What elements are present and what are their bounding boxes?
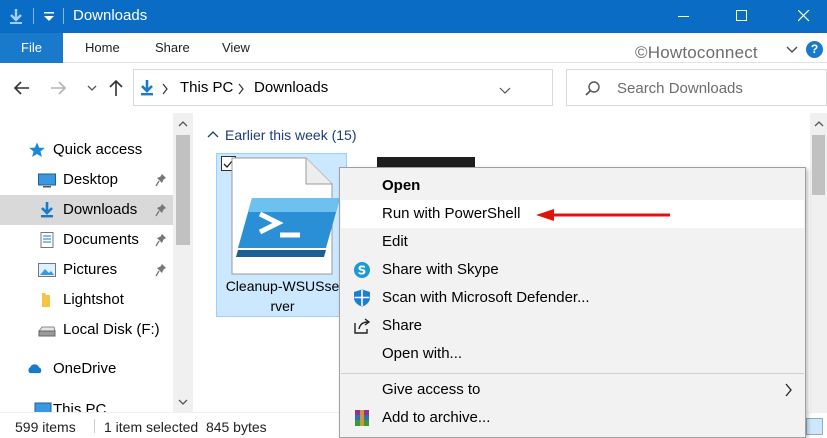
ribbon: File Home Share View ©Howtoconnect ?: [0, 33, 827, 63]
navigation-pane: Quick access Desktop Downloads Documents…: [0, 113, 193, 412]
sidebar-item-documents[interactable]: Documents: [0, 225, 173, 255]
sidebar-item-lightshot[interactable]: Lightshot: [0, 285, 173, 315]
tab-share[interactable]: Share: [155, 33, 190, 63]
nav-scrollbar[interactable]: [173, 113, 193, 412]
skype-icon: S: [354, 262, 370, 278]
computer-icon: [34, 402, 52, 412]
sidebar-item-downloads[interactable]: Downloads: [0, 195, 173, 225]
file-item-cleanup-wsusserver[interactable]: Cleanup-WSUSse rver: [216, 153, 347, 317]
menu-item-share-with-skype[interactable]: S Share with Skype: [341, 256, 804, 284]
breadcrumb-downloads[interactable]: Downloads: [254, 79, 328, 96]
pin-icon[interactable]: [155, 203, 167, 217]
sidebar-item-quick-access[interactable]: Quick access: [0, 135, 173, 165]
selection-info: 1 item selected 845 bytes: [104, 419, 267, 435]
recent-locations-button[interactable]: [85, 77, 99, 99]
sidebar-item-local-disk[interactable]: Local Disk (F:): [0, 315, 173, 345]
desktop-icon: [38, 173, 56, 188]
download-arrow-icon[interactable]: [7, 7, 25, 25]
large-icons-view-button[interactable]: [806, 418, 823, 435]
sidebar-item-this-pc[interactable]: This PC: [0, 396, 173, 412]
menu-item-open-with[interactable]: Open with...: [341, 340, 804, 368]
scroll-down-icon[interactable]: [178, 399, 188, 406]
content-scroll-thumb[interactable]: [812, 135, 825, 195]
menu-item-partial[interactable]: [341, 432, 804, 438]
submenu-arrow-icon: [785, 383, 792, 397]
divider: [63, 8, 64, 24]
scroll-up-icon[interactable]: [814, 120, 824, 127]
chevron-down-icon: [87, 85, 97, 91]
collapse-group-icon: [207, 131, 219, 138]
up-arrow-icon: [109, 79, 123, 96]
document-icon: [40, 232, 54, 248]
up-button[interactable]: [105, 77, 127, 99]
expand-ribbon-icon[interactable]: [786, 42, 798, 58]
powershell-script-icon: [231, 157, 340, 275]
menu-item-share[interactable]: Share: [341, 312, 804, 340]
minimize-icon: [678, 16, 689, 17]
folder-icon: [42, 293, 50, 307]
back-button[interactable]: [11, 77, 33, 99]
download-arrow-icon: [138, 79, 156, 100]
svg-text:S: S: [358, 264, 367, 278]
file-name: Cleanup-WSUSse rver: [225, 278, 340, 314]
content-scrollbar[interactable]: [810, 113, 827, 412]
forward-arrow-icon: [51, 81, 67, 95]
breadcrumb-this-pc[interactable]: This PC: [180, 79, 233, 96]
tab-view[interactable]: View: [222, 33, 250, 63]
pin-icon[interactable]: [155, 233, 167, 247]
defender-shield-icon: [354, 289, 370, 307]
annotation-arrow-icon: [536, 209, 670, 221]
window-title: Downloads: [73, 7, 148, 24]
menu-item-scan-with-defender[interactable]: Scan with Microsoft Defender...: [341, 284, 804, 312]
winrar-icon: [355, 410, 369, 426]
help-icon[interactable]: ?: [806, 41, 823, 58]
minimize-button[interactable]: [661, 0, 707, 33]
customize-quick-access-icon[interactable]: [40, 7, 58, 25]
sidebar-item-pictures[interactable]: Pictures: [0, 255, 173, 285]
picture-icon: [38, 263, 56, 277]
scroll-up-icon[interactable]: [178, 120, 188, 127]
tab-home[interactable]: Home: [85, 33, 120, 63]
star-icon: [29, 142, 45, 157]
context-menu: Open Run with PowerShell Edit S Share wi…: [339, 167, 806, 438]
cloud-icon: [28, 364, 42, 374]
search-icon: [585, 81, 600, 96]
forward-button[interactable]: [47, 77, 69, 99]
navigation-bar: This PC Downloads Search Downloads: [0, 63, 827, 113]
menu-item-run-with-powershell[interactable]: Run with PowerShell: [341, 200, 804, 228]
maximize-icon: [736, 10, 747, 21]
close-button[interactable]: [781, 0, 827, 33]
divider: [33, 8, 34, 24]
sidebar-item-desktop[interactable]: Desktop: [0, 165, 173, 195]
item-count: 599 items: [15, 419, 76, 435]
menu-item-add-to-archive[interactable]: Add to archive...: [341, 404, 804, 432]
address-bar[interactable]: This PC Downloads: [133, 69, 675, 106]
chevron-right-icon[interactable]: [237, 82, 245, 98]
menu-item-edit[interactable]: Edit: [341, 228, 804, 256]
share-icon: [354, 318, 371, 334]
menu-item-open[interactable]: Open: [341, 172, 804, 200]
tab-file[interactable]: File: [0, 33, 63, 63]
watermark: ©Howtoconnect: [635, 43, 758, 62]
sidebar-item-onedrive[interactable]: OneDrive: [0, 354, 173, 384]
drive-icon: [38, 326, 56, 337]
pin-icon[interactable]: [155, 263, 167, 277]
download-arrow-icon: [41, 202, 53, 218]
close-icon: [798, 10, 810, 22]
divider: [94, 419, 95, 433]
search-placeholder: Search Downloads: [617, 80, 743, 97]
title-bar: Downloads: [0, 0, 827, 33]
maximize-button[interactable]: [719, 0, 765, 33]
pin-icon[interactable]: [155, 173, 167, 187]
search-box[interactable]: Search Downloads: [566, 69, 827, 106]
menu-item-give-access-to[interactable]: Give access to: [341, 376, 804, 404]
back-arrow-icon: [13, 81, 29, 95]
chevron-right-icon[interactable]: [161, 82, 169, 98]
nav-scroll-thumb[interactable]: [176, 135, 190, 245]
address-history-icon[interactable]: [499, 83, 511, 99]
menu-separator: [341, 373, 804, 374]
